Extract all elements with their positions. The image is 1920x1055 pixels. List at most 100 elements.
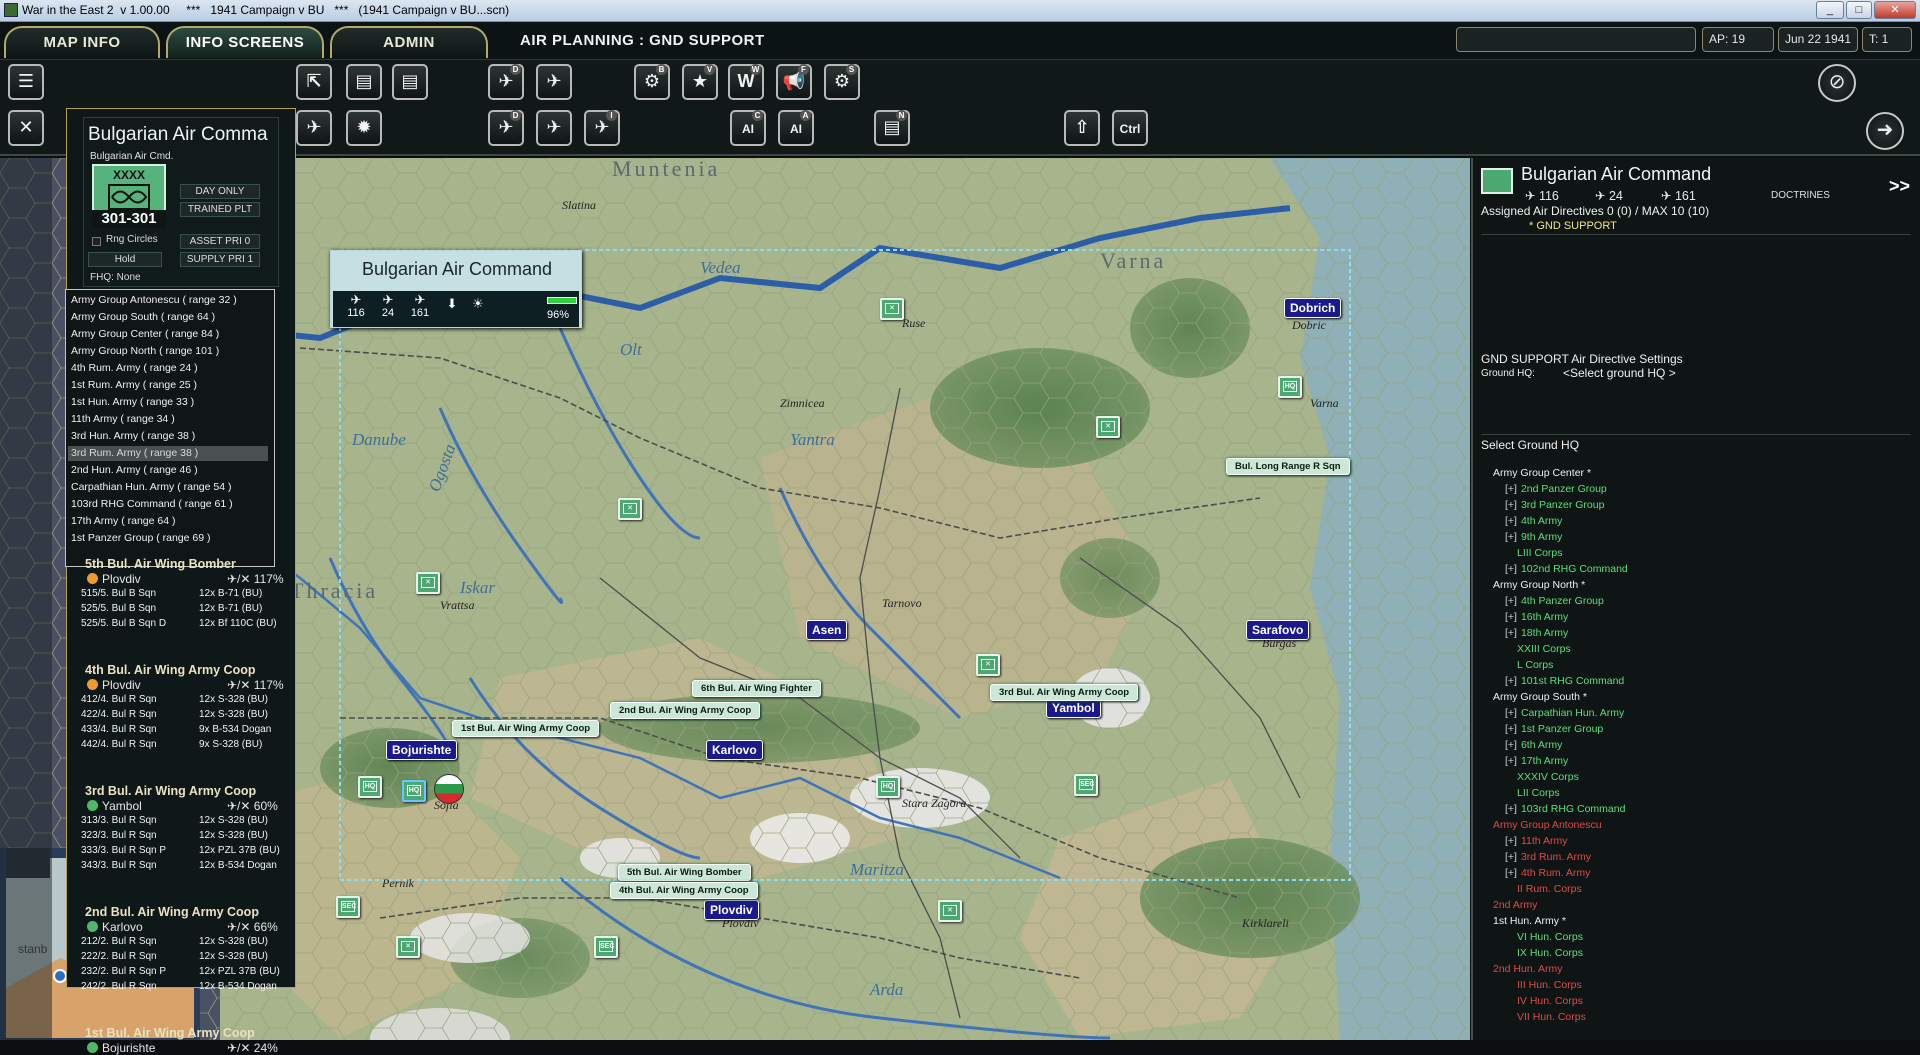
tree-node[interactable]: IV Hun. Corps	[1517, 994, 1583, 1009]
air-unit-label[interactable]: Bul. Long Range R Sqn	[1226, 458, 1350, 475]
city-tag-plovdiv[interactable]: Plovdiv	[704, 900, 759, 920]
unit-counter[interactable]: ✕	[618, 498, 642, 520]
tree-node[interactable]: [+] 3rd Panzer Group	[1505, 498, 1604, 513]
close-button[interactable]: ✕	[1874, 1, 1916, 19]
unit-counter[interactable]: SEC	[336, 896, 360, 918]
tree-node[interactable]: [+] 101st RHG Command	[1505, 674, 1624, 689]
air-transfer-icon[interactable]: ✈ D	[488, 64, 524, 100]
end-turn-icon[interactable]: ⊘	[1818, 64, 1856, 102]
expand-toggle-icon[interactable]: [+]	[1505, 595, 1517, 607]
air-unit-label[interactable]: 3rd Bul. Air Wing Army Coop	[990, 684, 1139, 701]
tree-node[interactable]: Army Group Antonescu	[1493, 818, 1602, 833]
hold-button[interactable]: Hold	[88, 252, 162, 267]
air-unit-label[interactable]: 1st Bul. Air Wing Army Coop	[452, 720, 600, 737]
doctrines-button[interactable]: DOCTRINES	[1771, 190, 1830, 201]
wing-title[interactable]: 3rd Bul. Air Wing Army Coop	[85, 784, 256, 798]
next-icon[interactable]: ➜	[1866, 112, 1904, 150]
tree-node[interactable]: XXXIV Corps	[1517, 770, 1579, 785]
expand-toggle-icon[interactable]: [+]	[1505, 611, 1517, 623]
city-tag-asen[interactable]: Asen	[806, 620, 848, 640]
unit-counter[interactable]: ✕	[938, 900, 962, 922]
tree-node[interactable]: 1st Hun. Army *	[1493, 914, 1566, 929]
unit-counter[interactable]: HQ	[358, 776, 382, 798]
air-list-icon[interactable]: ▤ N	[874, 110, 910, 146]
unit-counter[interactable]: ✕	[1096, 416, 1120, 438]
wing-title[interactable]: 1st Bul. Air Wing Army Coop	[85, 1026, 255, 1040]
announce-icon[interactable]: 📢 F	[776, 64, 812, 100]
ground-hq-option[interactable]: 1st Rum. Army ( range 25 )	[71, 378, 197, 393]
selected-hq-counter[interactable]: HQ	[402, 780, 426, 802]
air-move-icon[interactable]: ✈	[536, 64, 572, 100]
tab-info-screens[interactable]: INFO SCREENS	[166, 26, 324, 58]
orders-icon[interactable]: ▤	[346, 64, 382, 100]
air-unit-label[interactable]: 5th Bul. Air Wing Bomber	[618, 864, 751, 881]
settings-icon[interactable]: ⚙ S	[824, 64, 860, 100]
wing-title[interactable]: 4th Bul. Air Wing Army Coop	[85, 663, 255, 677]
rng-circles-checkbox[interactable]	[92, 237, 101, 246]
ground-hq-option[interactable]: 17th Army ( range 64 )	[71, 514, 175, 529]
unit-counter[interactable]: HQ	[1278, 376, 1302, 398]
air-unit-label[interactable]: 2nd Bul. Air Wing Army Coop	[610, 702, 761, 719]
ai-air-icon[interactable]: AI A	[778, 110, 814, 146]
ground-hq-option[interactable]: 4th Rum. Army ( range 24 )	[71, 361, 198, 376]
air-mission2-icon[interactable]: ✈	[536, 110, 572, 146]
unit-counter[interactable]: ✕	[396, 936, 420, 958]
tree-node[interactable]: VI Hun. Corps	[1517, 930, 1583, 945]
tree-node[interactable]: III Hun. Corps	[1517, 978, 1582, 993]
expand-toggle-icon[interactable]: [+]	[1505, 851, 1517, 863]
supply-priority-button[interactable]: SUPPLY PRI 1	[180, 252, 260, 267]
expand-toggle-icon[interactable]: [+]	[1505, 483, 1517, 495]
tree-node[interactable]: XXIII Corps	[1517, 642, 1571, 657]
tab-admin[interactable]: ADMIN	[330, 26, 488, 58]
tree-node[interactable]: [+] 4th Rum. Army	[1505, 866, 1590, 881]
air-mission-icon[interactable]: ✈ D	[488, 110, 524, 146]
air-unit-label[interactable]: 6th Bul. Air Wing Fighter	[692, 680, 821, 697]
tree-node[interactable]: Army Group North *	[1493, 578, 1585, 593]
unit-counter[interactable]: ✕	[976, 654, 1000, 676]
expand-toggle-icon[interactable]: [+]	[1505, 515, 1517, 527]
city-tag-yambol[interactable]: Yambol	[1046, 698, 1101, 718]
tree-node[interactable]: L Corps	[1517, 658, 1553, 673]
ground-hq-option[interactable]: Carpathian Hun. Army ( range 54 )	[71, 480, 232, 495]
tree-node[interactable]: [+] 3rd Rum. Army	[1505, 850, 1591, 865]
tree-node[interactable]: [+] 102nd RHG Command	[1505, 562, 1628, 577]
tree-node[interactable]: [+] 18th Army	[1505, 626, 1568, 641]
day-only-button[interactable]: DAY ONLY	[180, 184, 260, 199]
ground-hq-option[interactable]: 3rd Hun. Army ( range 38 )	[71, 429, 195, 444]
tree-node[interactable]: [+] 1st Panzer Group	[1505, 722, 1603, 737]
shift-icon[interactable]: ⇧	[1064, 110, 1100, 146]
expand-toggle-icon[interactable]: [+]	[1505, 531, 1517, 543]
theater-icon[interactable]: ⚙ B	[634, 64, 670, 100]
tree-node[interactable]: [+] Carpathian Hun. Army	[1505, 706, 1624, 721]
air-command-popup[interactable]: Bulgarian Air Command ✈ 116 ✈ 24 ✈ 161 ⬇ ☀ …	[330, 250, 582, 328]
ground-hq-select[interactable]: <Select ground HQ >	[1563, 366, 1676, 380]
tree-node[interactable]: LIII Corps	[1517, 546, 1563, 561]
expand-toggle-icon[interactable]: [+]	[1505, 835, 1517, 847]
air-strike-icon[interactable]: ✈ I	[584, 110, 620, 146]
unit-counter[interactable]: SEC	[1074, 774, 1098, 796]
maximize-button[interactable]: □	[1846, 1, 1872, 19]
close-panel-icon[interactable]: ✕	[8, 110, 44, 146]
expand-toggle-icon[interactable]: [+]	[1505, 499, 1517, 511]
tree-node[interactable]: [+] 9th Army	[1505, 530, 1562, 545]
unit-counter[interactable]: HQ	[876, 776, 900, 798]
expand-toggle-icon[interactable]: [+]	[1505, 739, 1517, 751]
unit-counter[interactable]: SEC	[594, 936, 618, 958]
minimize-button[interactable]: _	[1816, 1, 1844, 19]
ground-hq-option[interactable]: Army Group Antonescu ( range 32 )	[71, 293, 237, 308]
menu-list-icon[interactable]: ☰	[8, 64, 44, 100]
star-icon[interactable]: ★ V	[682, 64, 718, 100]
ground-hq-option[interactable]: 11th Army ( range 34 )	[71, 412, 175, 427]
unit-counter[interactable]: ✕	[416, 572, 440, 594]
unit-counter[interactable]: ✕	[880, 298, 904, 320]
hq-symbol[interactable]: XXXX 301-301	[92, 164, 166, 228]
ground-hq-option[interactable]: 3rd Rum. Army ( range 38 )	[68, 446, 268, 461]
expand-toggle-icon[interactable]: [+]	[1505, 563, 1517, 575]
expand-toggle-icon[interactable]: [+]	[1505, 627, 1517, 639]
ground-hq-option[interactable]: 2nd Hun. Army ( range 46 )	[71, 463, 198, 478]
city-tag-bojurishte[interactable]: Bojurishte	[386, 740, 458, 760]
expand-toggle-icon[interactable]: [+]	[1505, 723, 1517, 735]
expand-toggle-icon[interactable]: [+]	[1505, 707, 1517, 719]
tree-node[interactable]: [+] 11th Army	[1505, 834, 1567, 849]
expand-button[interactable]: >>	[1889, 176, 1910, 197]
